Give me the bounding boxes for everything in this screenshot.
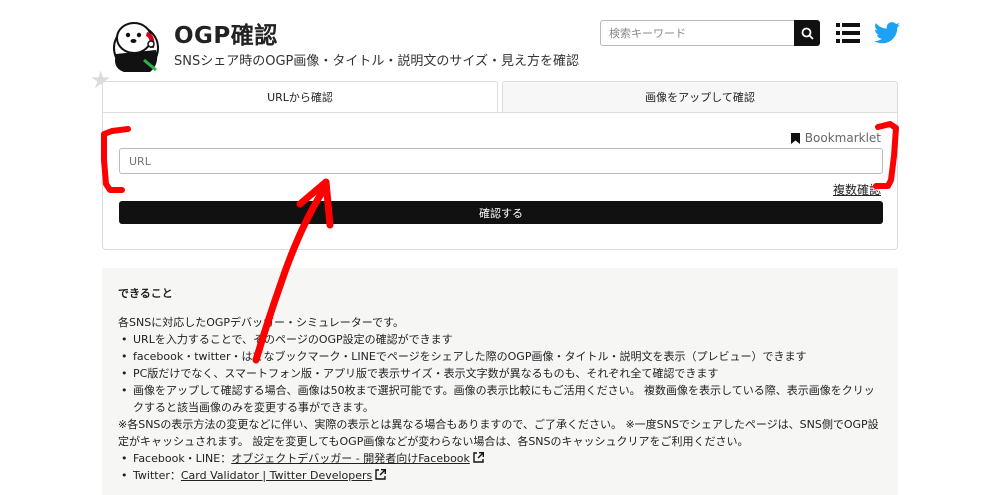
list-item: URLを入力することで、そのページのOGP設定の確認ができます [118,331,882,348]
facebook-debugger-link[interactable]: オブジェクトデバッガー - 開発者向けFacebook [231,452,470,465]
search-form [600,20,820,46]
url-check-panel: Bookmarklet 複数確認 確認する [102,112,898,250]
list-item: facebook・twitter・はてなブックマーク・LINEでページをシェアし… [118,348,882,365]
twitter-icon[interactable] [874,21,900,45]
external-link-icon [473,452,484,463]
external-link-icon [375,469,387,480]
bookmark-icon [790,132,800,144]
tab-url-check[interactable]: URLから確認 [102,81,498,113]
confirm-button[interactable]: 確認する [119,201,883,224]
search-input[interactable] [600,20,794,46]
twitter-card-validator-link[interactable]: Card Validator | Twitter Developers [181,469,372,482]
list-item: Facebook・LINE：オブジェクトデバッガー - 開発者向けFaceboo… [118,450,882,467]
tab-image-upload[interactable]: 画像をアップして確認 [502,81,898,113]
site-subtitle: SNSシェア時のOGP画像・タイトル・説明文のサイズ・見え方を確認 [174,54,579,69]
bookmarklet-label: Bookmarklet [804,131,881,145]
features-intro: 各SNSに対応したOGPデバッガー・シミュレーターです。 [118,316,405,329]
list-item: 画像をアップして確認する場合、画像は50枚まで選択可能です。画像の表示比較にもご… [118,382,882,416]
menu-icon[interactable] [836,22,860,44]
debugger-links: Facebook・LINE：オブジェクトデバッガー - 開発者向けFaceboo… [118,450,882,484]
features-section: できること 各SNSに対応したOGPデバッガー・シミュレーターです。 URLを入… [102,268,898,495]
otter-logo[interactable] [106,14,164,72]
features-heading: できること [118,287,173,300]
search-icon [801,27,814,40]
url-input[interactable] [119,148,883,174]
link-prefix: Twitter： [133,469,181,482]
features-list: URLを入力することで、そのページのOGP設定の確認ができます facebook… [118,331,882,416]
list-item: PC版だけでなく、スマートフォン版・アプリ版で表示サイズ・表示文字数が異なるもの… [118,365,882,382]
search-button[interactable] [794,20,820,46]
bookmarklet-link[interactable]: Bookmarklet [790,131,881,145]
list-item: Twitter：Card Validator | Twitter Develop… [118,467,882,484]
cache-note: ※各SNSの表示方法の変更などに伴い、実際の表示とは異なる場合もありますので、ご… [118,418,879,448]
site-title[interactable]: OGP確認 [174,16,278,50]
multi-check-link[interactable]: 複数確認 [833,181,881,198]
link-prefix: Facebook・LINE： [133,452,232,465]
